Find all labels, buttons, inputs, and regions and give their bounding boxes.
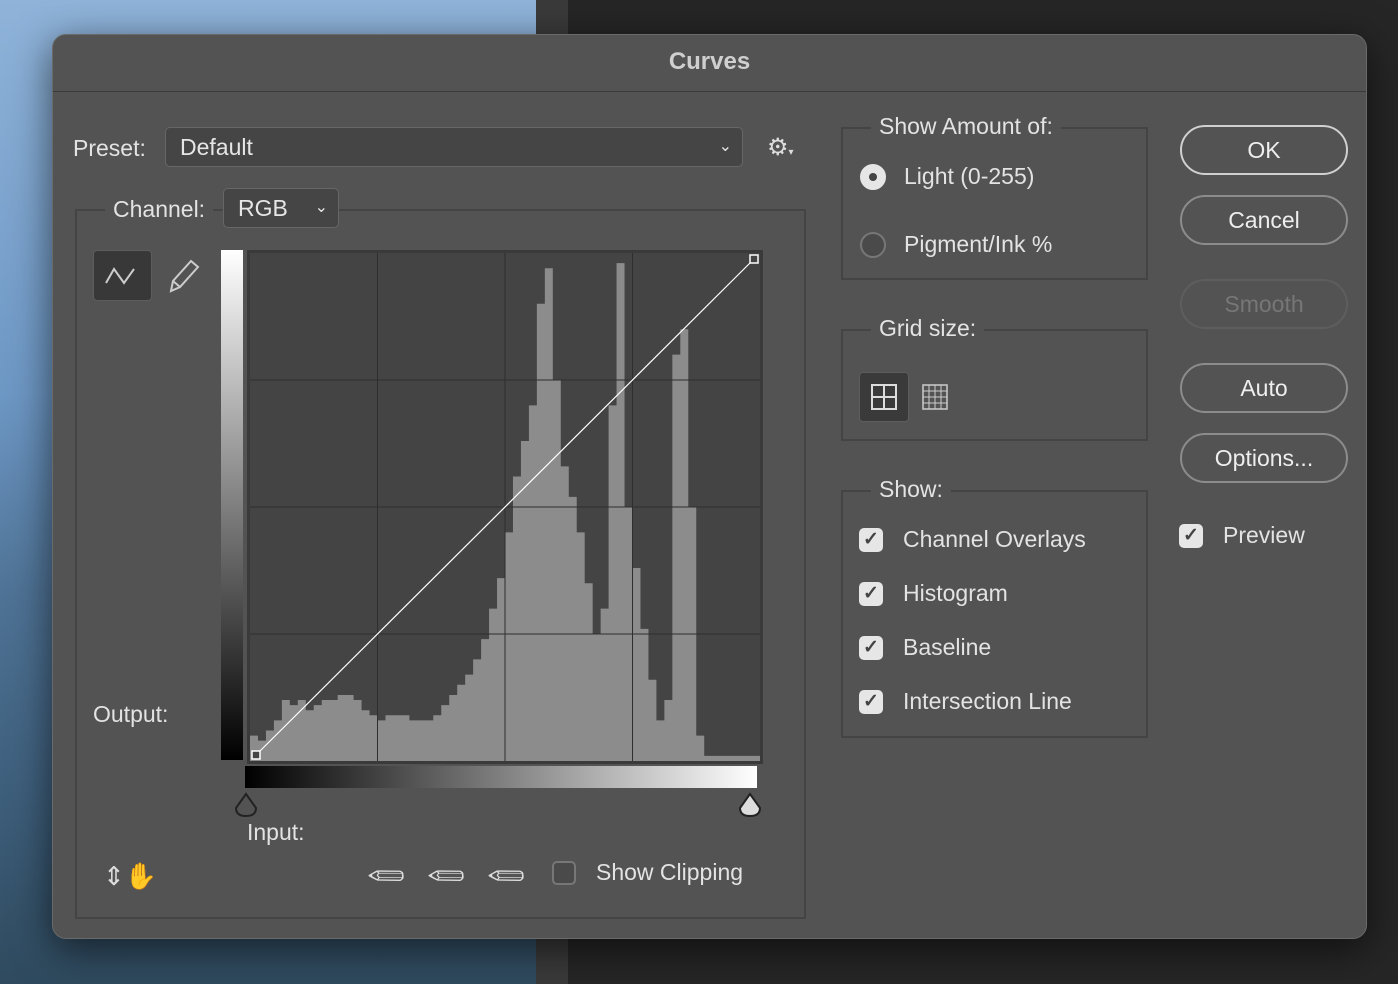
output-label: Output: (93, 701, 169, 727)
curve-icon (105, 267, 135, 285)
preset-value: Default (180, 134, 253, 160)
white-point-slider[interactable] (738, 792, 762, 818)
grid-4-icon (871, 384, 897, 410)
show-title: Show: (871, 476, 951, 503)
curve-edit-tool[interactable] (93, 250, 152, 301)
grid-10-icon[interactable] (921, 383, 949, 411)
curve-graph[interactable] (247, 250, 763, 764)
gear-icon[interactable]: ⚙▾ (767, 133, 794, 162)
preset-label: Preset: (73, 135, 146, 161)
channel-value: RGB (238, 195, 288, 221)
cancel-button[interactable]: Cancel (1180, 195, 1348, 245)
light-label: Light (0-255) (904, 163, 1035, 189)
baseline-checkbox[interactable]: ✓ (859, 636, 883, 660)
intersection-line-label: Intersection Line (903, 688, 1072, 714)
baseline-label: Baseline (903, 634, 992, 660)
show-clipping-label: Show Clipping (596, 859, 744, 885)
channel-overlays-checkbox[interactable]: ✓ (859, 528, 883, 552)
preview-checkbox[interactable]: ✓ (1179, 524, 1203, 548)
show-clipping-checkbox[interactable] (552, 861, 576, 885)
channel-select[interactable]: RGB ⌄ (223, 188, 339, 228)
pigment-radio[interactable] (860, 232, 886, 258)
simple-grid-button[interactable] (859, 372, 909, 422)
show-amount-title: Show Amount of: (871, 113, 1061, 140)
pencil-icon[interactable] (165, 257, 201, 297)
dialog-title: Curves (53, 35, 1366, 92)
channel-label: Channel: (105, 196, 214, 223)
grid-size-title: Grid size: (871, 315, 985, 342)
channel-overlays-label: Channel Overlays (903, 526, 1086, 552)
smooth-button: Smooth (1180, 279, 1348, 329)
on-image-adjust-icon[interactable]: ⇕✋ (103, 861, 157, 892)
preview-label: Preview (1223, 522, 1305, 548)
input-label: Input: (247, 819, 305, 845)
histogram-checkbox[interactable]: ✓ (859, 582, 883, 606)
preset-select[interactable]: Default ⌄ (165, 127, 743, 167)
options-button[interactable]: Options... (1180, 433, 1348, 483)
light-radio[interactable] (860, 164, 886, 190)
histogram-label: Histogram (903, 580, 1008, 606)
chevron-down-icon: ⌄ (718, 138, 732, 155)
chevron-down-icon: ⌄ (314, 199, 328, 216)
output-gradient-bar (221, 250, 243, 760)
curve-point[interactable] (251, 750, 261, 760)
curve-point[interactable] (749, 254, 759, 264)
intersection-line-checkbox[interactable]: ✓ (859, 690, 883, 714)
auto-button[interactable]: Auto (1180, 363, 1348, 413)
ok-button[interactable]: OK (1180, 125, 1348, 175)
black-point-slider[interactable] (234, 792, 258, 818)
curves-dialog: Curves Preset: Default ⌄ ⚙▾ Channel: RGB ⌄… (52, 34, 1367, 939)
pigment-label: Pigment/Ink % (904, 231, 1053, 257)
input-gradient-bar (245, 766, 757, 788)
